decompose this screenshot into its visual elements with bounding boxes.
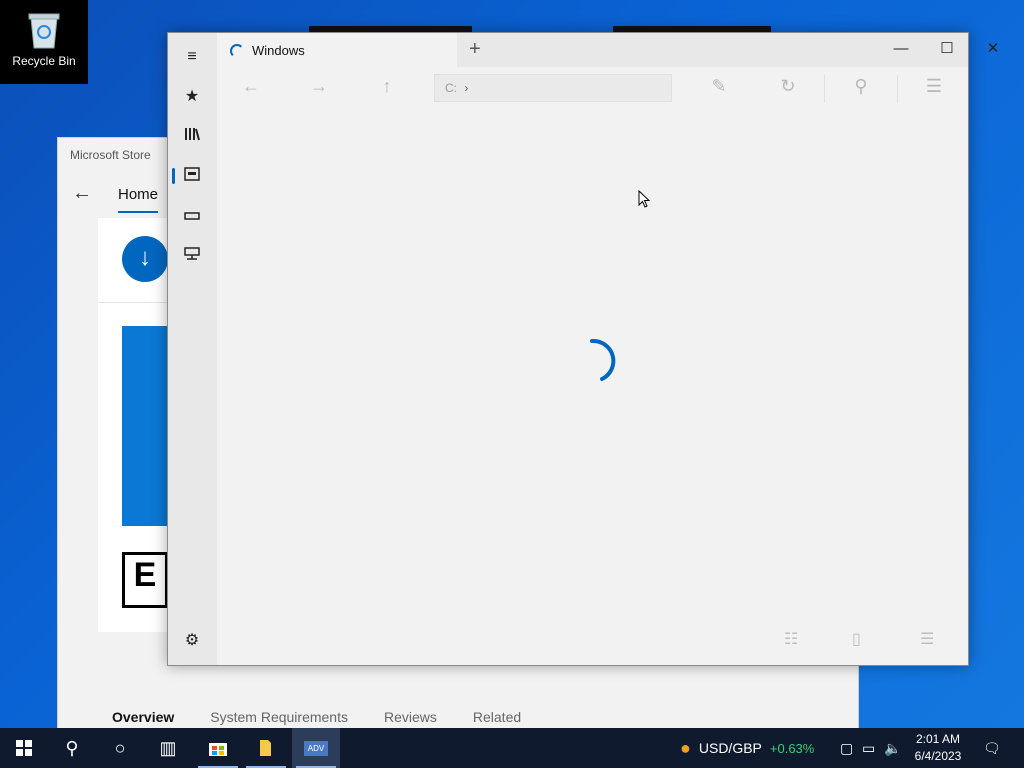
tab-reviews[interactable]: Reviews: [384, 709, 437, 725]
toolbar-separator: [897, 75, 898, 103]
drives-icon[interactable]: [180, 165, 204, 189]
settings-icon[interactable]: ⚙: [180, 629, 204, 653]
address-bar[interactable]: C: ›: [434, 74, 672, 102]
tab-windows[interactable]: Windows: [217, 33, 457, 67]
store-nav-indicator: [118, 211, 158, 213]
recycle-bin-label: Recycle Bin: [12, 54, 76, 68]
up-icon[interactable]: ↑: [375, 76, 399, 97]
store-title: Microsoft Store: [70, 148, 151, 162]
meet-now-icon[interactable]: ▢: [840, 740, 853, 757]
adv-app-label: ADV: [303, 740, 329, 756]
forward-icon[interactable]: →: [307, 76, 331, 97]
clock-date: 6/4/2023: [914, 749, 962, 763]
ticker-change: +0.63%: [769, 740, 815, 756]
chevron-right-icon: ›: [464, 81, 469, 95]
cortana-icon[interactable]: ○: [96, 728, 144, 768]
list-view-icon[interactable]: ☰: [920, 629, 934, 649]
files-app-taskbar-icon[interactable]: ADV: [292, 728, 340, 768]
store-nav-home[interactable]: Home: [118, 186, 158, 203]
loading-spinner-icon: [574, 335, 622, 383]
coins-icon: ●: [680, 737, 691, 758]
search-icon[interactable]: ⚲: [849, 76, 873, 97]
download-icon[interactable]: ↓: [122, 236, 168, 282]
address-drive-text: C:: [445, 81, 457, 95]
clock-time: 2:01 AM: [915, 732, 961, 746]
currency-ticker[interactable]: ● USD/GBP +0.63%: [680, 728, 814, 768]
clock[interactable]: 2:01 AM 6/4/2023: [905, 731, 971, 765]
file-explorer-taskbar-icon[interactable]: [242, 728, 290, 768]
notifications-icon[interactable]: 🗨: [983, 740, 1001, 757]
select-all-icon[interactable]: ☷: [784, 629, 798, 649]
sidebar-selection-indicator: [172, 168, 175, 184]
library-icon[interactable]: [180, 125, 204, 149]
files-window[interactable]: ≡ ★ ⚙ Windows + — ☐ ✕ ← → ↑ C: › ✎ ↻ ⚲ ☰…: [167, 32, 999, 666]
windows-logo-icon: [16, 740, 32, 756]
task-view-icon[interactable]: ▥: [144, 728, 192, 768]
rename-icon[interactable]: ✎: [707, 76, 731, 97]
drive-icon[interactable]: [180, 205, 204, 229]
tab-title: Windows: [252, 43, 305, 58]
recycle-bin-icon: [27, 10, 61, 50]
search-taskbar-icon[interactable]: ⚲: [48, 728, 96, 768]
new-item-icon[interactable]: ▯: [852, 629, 861, 649]
tab-overview[interactable]: Overview: [112, 709, 174, 725]
store-detail-tabs: Overview System Requirements Reviews Rel…: [112, 709, 521, 725]
tab-system-requirements[interactable]: System Requirements: [210, 709, 348, 725]
esrb-rating-badge: E: [122, 552, 168, 608]
close-button[interactable]: ✕: [970, 33, 1016, 67]
volume-muted-icon[interactable]: 🔈: [884, 740, 901, 757]
hamburger-icon[interactable]: ≡: [180, 45, 204, 69]
star-icon[interactable]: ★: [180, 85, 204, 109]
recycle-bin[interactable]: Recycle Bin: [0, 0, 88, 84]
store-taskbar-icon[interactable]: [194, 728, 242, 768]
network-icon[interactable]: [180, 245, 204, 269]
maximize-button[interactable]: ☐: [924, 33, 970, 67]
sidebar-rail: ≡ ★ ⚙: [168, 33, 217, 665]
layout-icon[interactable]: ☰: [922, 76, 946, 97]
ticker-symbol: USD/GBP: [698, 740, 762, 756]
refresh-icon[interactable]: ↻: [776, 76, 800, 97]
mouse-cursor-icon: [638, 189, 651, 208]
network-tray-icon[interactable]: ▭: [862, 740, 875, 757]
new-tab-button[interactable]: +: [469, 38, 481, 61]
toolbar: ← → ↑ C: › ✎ ↻ ⚲ ☰: [217, 67, 968, 111]
back-icon[interactable]: ←: [239, 76, 263, 97]
store-back-icon[interactable]: ←: [72, 182, 92, 205]
tab-bar: Windows + — ☐ ✕: [217, 33, 999, 67]
tab-related[interactable]: Related: [473, 709, 521, 725]
toolbar-separator: [824, 75, 825, 103]
start-button[interactable]: [0, 728, 48, 768]
taskbar: ⚲ ○ ▥ ADV ● USD/GBP +0.63% ▢ ▭ 🔈 2:01 AM…: [0, 728, 1024, 768]
loading-tab-icon: [230, 44, 244, 58]
minimize-button[interactable]: —: [878, 33, 924, 67]
